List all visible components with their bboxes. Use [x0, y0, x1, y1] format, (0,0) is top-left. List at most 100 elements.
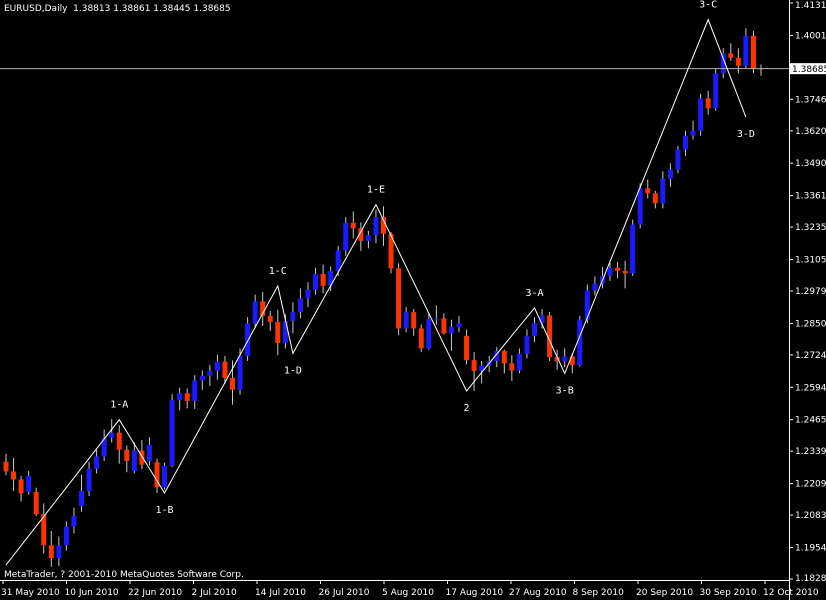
candle	[177, 387, 183, 411]
candle	[184, 388, 190, 409]
bull-candle-body	[26, 475, 32, 493]
candle	[516, 348, 522, 374]
candle	[33, 487, 39, 516]
candle	[101, 429, 107, 461]
candle	[637, 183, 643, 229]
bull-candle-body	[169, 400, 175, 466]
bear-candle-body	[464, 335, 470, 361]
candle	[146, 437, 152, 466]
bull-candle-body	[637, 188, 643, 225]
y-tick-label: 1.34905	[795, 159, 826, 169]
bull-candle-body	[297, 298, 303, 313]
bear-candle-body	[735, 57, 741, 66]
bear-candle-body	[3, 461, 9, 472]
candlesticks	[3, 28, 764, 567]
bull-candle-body	[63, 526, 69, 546]
candle	[365, 230, 371, 249]
price-chart[interactable]: 1-A 1-B 1-C 1-D 1-E 2 3-A 3-B 3-C 3-D 1.41310 1.40…	[0, 0, 826, 600]
candle	[358, 222, 364, 251]
y-tick-label: 1.36200	[795, 127, 826, 137]
candle	[26, 470, 32, 495]
x-tick-label: 14 Jul 2010	[255, 588, 306, 598]
bear-candle-body	[645, 188, 651, 194]
bear-candle-body	[569, 356, 575, 366]
x-tick-label: 5 Aug 2010	[382, 588, 434, 598]
candle	[713, 68, 719, 111]
bear-candle-body	[116, 432, 122, 450]
bull-candle-body	[630, 224, 636, 274]
bull-candle-body	[252, 301, 258, 324]
candle	[3, 453, 9, 476]
candle	[275, 309, 281, 356]
candle	[305, 282, 311, 308]
bull-candle-body	[109, 432, 115, 438]
candle	[683, 130, 688, 156]
bull-candle-body	[305, 289, 311, 299]
candle	[464, 329, 470, 365]
candle	[622, 260, 628, 289]
y-tick-label: 1.27240	[795, 351, 826, 361]
y-tick-label: 1.31055	[795, 255, 826, 265]
candle	[532, 317, 537, 343]
bull-candle-body	[373, 217, 379, 236]
bull-candle-body	[516, 353, 522, 371]
candle	[501, 349, 507, 374]
candle	[169, 394, 175, 468]
candle	[48, 530, 54, 567]
candle	[690, 120, 696, 140]
y-tick-label: 1.18280	[795, 574, 826, 584]
y-tick-label: 1.33610	[795, 192, 826, 202]
zigzag-labels: 1-A 1-B 1-C 1-D 1-E 2 3-A 3-B 3-C 3-D	[110, 0, 755, 516]
bull-candle-body	[192, 380, 198, 401]
zigzag-label: 1-A	[110, 400, 128, 411]
candle	[260, 291, 266, 326]
bear-candle-body	[48, 545, 54, 559]
ohlc-values: 1.38813 1.38861 1.38445 1.38685	[73, 4, 231, 14]
chart-header: EURUSD,Daily 1.38813 1.38861 1.38445 1.3…	[4, 4, 231, 14]
bull-candle-body	[365, 235, 371, 241]
candle	[94, 449, 100, 474]
y-tick-label: 1.24650	[795, 416, 826, 426]
candle	[139, 439, 145, 470]
candle	[328, 266, 334, 291]
bull-candle-body	[79, 490, 84, 506]
bull-candle-body	[577, 319, 583, 366]
zigzag-label: 1-C	[269, 266, 287, 277]
bear-candle-body	[275, 321, 281, 343]
bear-candle-body	[396, 268, 402, 329]
bull-candle-body	[214, 361, 220, 371]
bull-candle-body	[162, 465, 168, 488]
candle	[192, 375, 198, 410]
bear-candle-body	[441, 318, 447, 334]
bull-candle-body	[683, 135, 688, 150]
time-axis: 31 May 2010 10 Jun 2010 22 Jun 2010 2 Jul 2…	[1, 580, 819, 598]
bull-candle-body	[403, 312, 409, 329]
candle	[750, 30, 756, 74]
bull-candle-body	[532, 323, 537, 336]
candle	[313, 267, 319, 295]
bull-candle-body	[675, 149, 681, 170]
bull-candle-body	[743, 35, 749, 66]
candle	[214, 354, 220, 380]
y-tick-label: 1.40015	[795, 31, 826, 41]
zigzag-label: 1-B	[156, 505, 174, 516]
candle	[343, 217, 349, 256]
bull-candle-body	[448, 327, 454, 334]
bull-candle-body	[433, 318, 439, 320]
candle	[199, 370, 205, 390]
candle	[743, 28, 749, 69]
candle	[630, 219, 636, 276]
bear-candle-body	[705, 98, 711, 109]
bear-candle-body	[411, 312, 417, 329]
bear-candle-body	[471, 360, 477, 371]
bull-candle-body	[94, 456, 100, 469]
candle	[456, 315, 462, 333]
candle	[433, 305, 439, 325]
bull-candle-body	[237, 355, 243, 390]
bear-candle-body	[501, 350, 507, 364]
bull-candle-body	[282, 320, 288, 343]
candle	[758, 64, 764, 76]
bear-candle-body	[750, 35, 756, 69]
zigzag-label: 1-E	[367, 185, 385, 196]
bull-candle-body	[660, 178, 666, 204]
